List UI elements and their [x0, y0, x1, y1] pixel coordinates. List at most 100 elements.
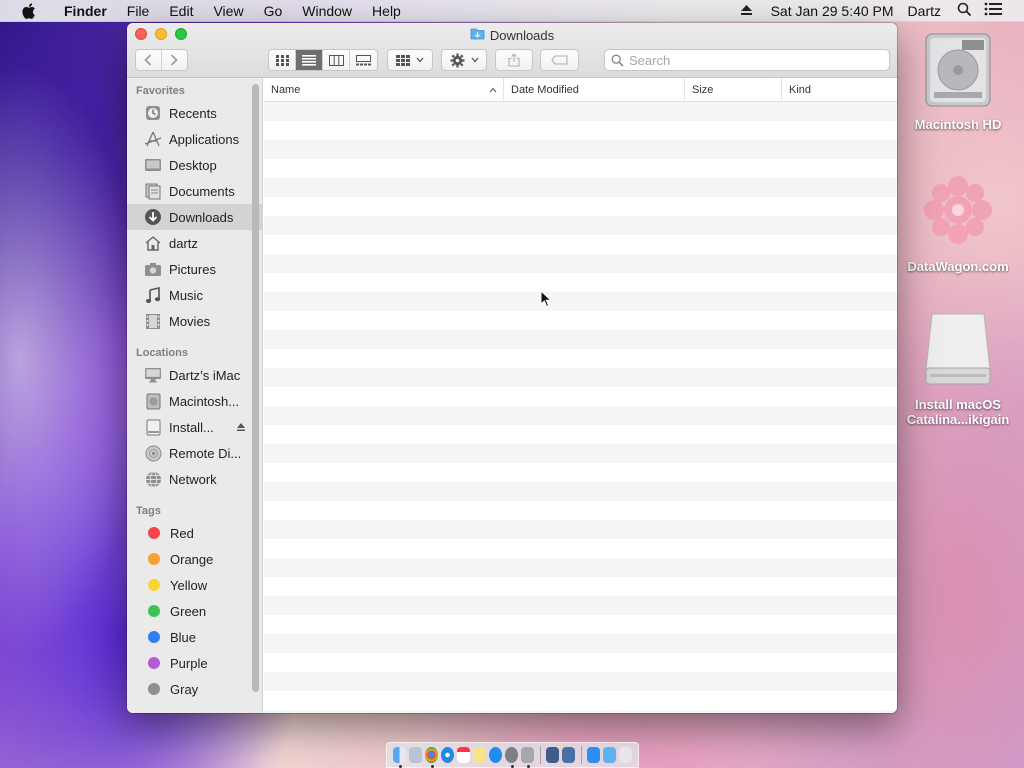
column-view-button[interactable]: [323, 50, 350, 70]
sidebar-item-documents[interactable]: Documents: [127, 178, 262, 204]
desktop-icon-datawagon[interactable]: DataWagon.com: [903, 170, 1013, 274]
menu-edit[interactable]: Edit: [159, 0, 203, 22]
empty-row[interactable]: [264, 691, 897, 710]
sidebar-item-network[interactable]: Network: [127, 466, 262, 492]
search-field[interactable]: [604, 49, 890, 71]
share-button[interactable]: [495, 49, 533, 71]
dock-finder-icon[interactable]: [392, 747, 406, 768]
menu-help[interactable]: Help: [362, 0, 411, 22]
column-header-date-modified[interactable]: Date Modified: [504, 77, 685, 102]
edit-tags-button[interactable]: [540, 49, 579, 71]
empty-row[interactable]: [264, 444, 897, 463]
gallery-view-button[interactable]: [350, 50, 377, 70]
sidebar-tag-orange[interactable]: Orange: [127, 546, 262, 572]
list-view-button[interactable]: [296, 50, 323, 70]
column-header-kind[interactable]: Kind: [782, 78, 897, 102]
empty-row[interactable]: [264, 615, 897, 634]
menu-file[interactable]: File: [117, 0, 160, 22]
dock-trash-icon[interactable]: [619, 747, 633, 763]
desktop-icon-install-macos[interactable]: Install macOS Catalina...ikigain: [903, 308, 1013, 427]
menu-finder[interactable]: Finder: [54, 0, 117, 22]
eject-menu-icon[interactable]: [740, 3, 753, 19]
sidebar-item-recents[interactable]: Recents: [127, 100, 262, 126]
sidebar-item-music[interactable]: Music: [127, 282, 262, 308]
dock-virtualbox-vm-icon[interactable]: [562, 747, 576, 763]
dock-virtualbox-icon[interactable]: [546, 747, 560, 763]
sidebar-item-dartz-imac[interactable]: Dartz’s iMac: [127, 362, 262, 388]
dock-applications-folder-icon[interactable]: [587, 747, 601, 763]
empty-row[interactable]: [264, 197, 897, 216]
sidebar-item-movies[interactable]: Movies: [127, 308, 262, 334]
empty-row[interactable]: [264, 178, 897, 197]
empty-row[interactable]: [264, 235, 897, 254]
title-bar[interactable]: Downloads: [127, 23, 897, 78]
empty-row[interactable]: [264, 634, 897, 653]
empty-row[interactable]: [264, 501, 897, 520]
column-header-name[interactable]: Name: [264, 77, 504, 102]
empty-row[interactable]: [264, 406, 897, 425]
empty-row[interactable]: [264, 710, 897, 713]
sidebar-item-install[interactable]: Install...: [127, 414, 262, 440]
empty-row[interactable]: [264, 311, 897, 330]
empty-row[interactable]: [264, 292, 897, 311]
empty-row[interactable]: [264, 140, 897, 159]
column-header-size[interactable]: Size: [685, 77, 782, 102]
sidebar-item-pictures[interactable]: Pictures: [127, 256, 262, 282]
apple-menu-icon[interactable]: [20, 2, 38, 20]
sidebar-scrollbar[interactable]: [252, 84, 259, 692]
sidebar-tag-blue[interactable]: Blue: [127, 624, 262, 650]
empty-row[interactable]: [264, 653, 897, 672]
sidebar-tag-gray[interactable]: Gray: [127, 676, 262, 702]
forward-button[interactable]: [162, 50, 187, 70]
sidebar-tag-red[interactable]: Red: [127, 520, 262, 546]
eject-icon[interactable]: [236, 420, 246, 435]
empty-row[interactable]: [264, 216, 897, 235]
empty-row[interactable]: [264, 121, 897, 140]
sidebar-item-dartz[interactable]: dartz: [127, 230, 262, 256]
empty-row[interactable]: [264, 387, 897, 406]
dock-launchpad-icon[interactable]: [408, 747, 422, 763]
empty-row[interactable]: [264, 520, 897, 539]
empty-row[interactable]: [264, 596, 897, 615]
empty-file-rows[interactable]: [264, 102, 897, 713]
dock-utility-icon[interactable]: [521, 747, 535, 768]
dock-system-preferences-icon[interactable]: [505, 747, 519, 768]
dock-chrome-icon[interactable]: [424, 747, 438, 768]
empty-row[interactable]: [264, 425, 897, 444]
menu-window[interactable]: Window: [292, 0, 362, 22]
sidebar-tag-yellow[interactable]: Yellow: [127, 572, 262, 598]
dock-calendar-icon[interactable]: [456, 747, 470, 763]
sidebar-item-downloads[interactable]: Downloads: [127, 204, 262, 230]
action-button[interactable]: [441, 49, 487, 71]
dock-downloads-folder-icon[interactable]: [603, 747, 617, 763]
desktop-icon-macintosh-hd[interactable]: Macintosh HD: [903, 32, 1013, 132]
menu-go[interactable]: Go: [254, 0, 293, 22]
menu-view[interactable]: View: [203, 0, 253, 22]
empty-row[interactable]: [264, 330, 897, 349]
empty-row[interactable]: [264, 368, 897, 387]
empty-row[interactable]: [264, 159, 897, 178]
empty-row[interactable]: [264, 349, 897, 368]
sidebar-item-desktop[interactable]: Desktop: [127, 152, 262, 178]
spotlight-search-icon[interactable]: [957, 2, 972, 20]
search-input[interactable]: [629, 52, 869, 68]
empty-row[interactable]: [264, 254, 897, 273]
menubar-clock[interactable]: Sat Jan 29 5:40 PM: [771, 3, 894, 19]
sidebar-item-macintosh-hd[interactable]: Macintosh...: [127, 388, 262, 414]
sidebar-item-applications[interactable]: Applications: [127, 126, 262, 152]
dock-notes-icon[interactable]: [472, 747, 487, 763]
dock-app-store-icon[interactable]: [489, 747, 503, 763]
sidebar-item-remote-disc[interactable]: Remote Di...: [127, 440, 262, 466]
icon-view-button[interactable]: [269, 50, 296, 70]
empty-row[interactable]: [264, 463, 897, 482]
empty-row[interactable]: [264, 558, 897, 577]
empty-row[interactable]: [264, 577, 897, 596]
dock-safari-icon[interactable]: [440, 747, 454, 763]
empty-row[interactable]: [264, 102, 897, 121]
empty-row[interactable]: [264, 482, 897, 501]
sidebar-tag-purple[interactable]: Purple: [127, 650, 262, 676]
empty-row[interactable]: [264, 672, 897, 691]
empty-row[interactable]: [264, 539, 897, 558]
sidebar-tag-green[interactable]: Green: [127, 598, 262, 624]
empty-row[interactable]: [264, 273, 897, 292]
